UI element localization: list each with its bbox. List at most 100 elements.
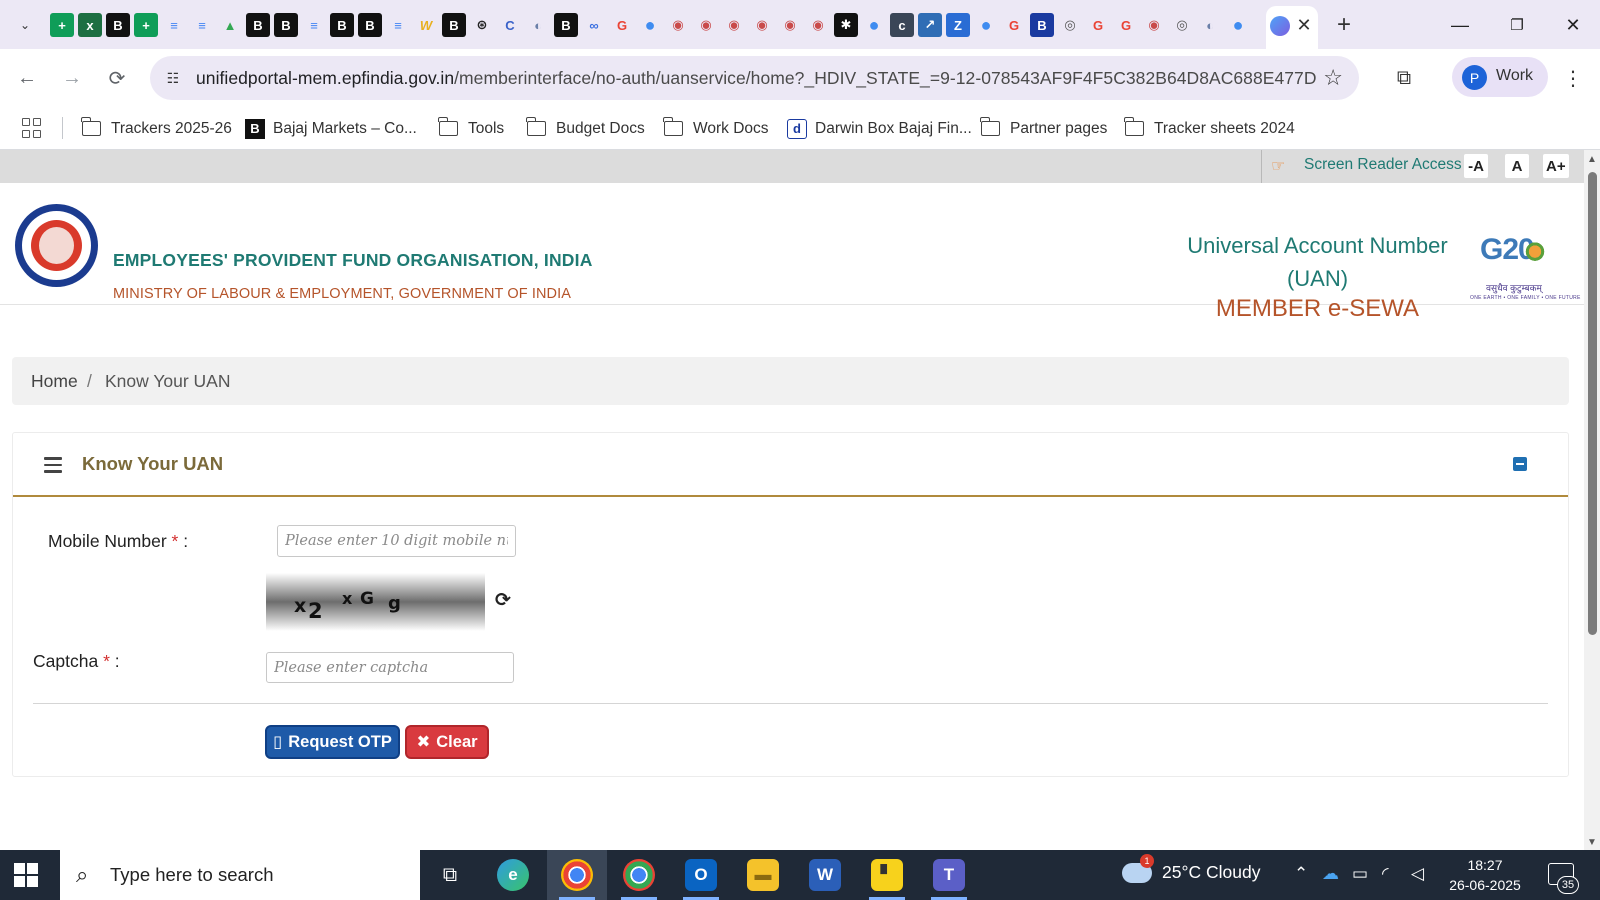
snowflake-icon[interactable]: ✱ xyxy=(834,13,858,37)
chrome-gray-icon[interactable]: ◎ xyxy=(1170,13,1194,37)
copilot-icon[interactable]: ● xyxy=(638,13,662,37)
scrollbar-thumb[interactable] xyxy=(1588,172,1597,635)
profile-button[interactable]: P Work xyxy=(1452,57,1548,97)
chrome-profile-icon[interactable] xyxy=(547,850,607,900)
clear-button[interactable]: ✖ Clear xyxy=(405,725,489,759)
docs-icon[interactable]: ≡ xyxy=(302,13,326,37)
battery-icon[interactable]: ▭ xyxy=(1352,864,1368,884)
sheets-icon[interactable]: + xyxy=(134,13,158,37)
taskbar-search-box[interactable]: ⌕ Type here to search xyxy=(60,850,420,900)
globe-icon[interactable]: ◐ xyxy=(1198,13,1222,37)
edge-icon[interactable]: e xyxy=(483,850,543,900)
new-tab-button[interactable]: + xyxy=(1330,11,1358,39)
docs-icon[interactable]: ≡ xyxy=(386,13,410,37)
extensions-puzzle-icon[interactable]: ⧉ xyxy=(1390,64,1418,92)
outlook-icon[interactable]: O xyxy=(671,850,731,900)
bookmark-partner-pages[interactable]: Partner pages xyxy=(980,107,1107,150)
system-clock[interactable]: 18:27 26-06-2025 xyxy=(1440,855,1530,895)
bookmark-star-icon[interactable]: ☆ xyxy=(1323,65,1343,91)
bajaj-b-icon[interactable]: B xyxy=(274,13,298,37)
screen-reader-link[interactable]: Screen Reader Access xyxy=(1304,156,1462,174)
wikipedia-w-icon[interactable]: W xyxy=(414,13,438,37)
bajaj-b-icon[interactable]: B xyxy=(358,13,382,37)
copilot-icon[interactable]: ● xyxy=(862,13,886,37)
apps-grid-icon[interactable] xyxy=(22,118,42,138)
volume-icon[interactable]: ◁ xyxy=(1411,864,1424,884)
epfo-icon[interactable]: ◉ xyxy=(750,13,774,37)
chrome-icon[interactable] xyxy=(609,850,669,900)
openai-icon[interactable]: ⊛ xyxy=(470,13,494,37)
bajaj-b-icon[interactable]: B xyxy=(106,13,130,37)
epfo-icon[interactable]: ◉ xyxy=(1142,13,1166,37)
chrome-gray-icon[interactable]: ◎ xyxy=(1058,13,1082,37)
page-scrollbar[interactable]: ▲ ▼ xyxy=(1584,150,1600,850)
word-icon[interactable]: W xyxy=(795,850,855,900)
sheets-icon[interactable]: + xyxy=(50,13,74,37)
browser-menu-icon[interactable]: ⋮ xyxy=(1561,63,1585,93)
file-explorer-icon[interactable]: ▬ xyxy=(733,850,793,900)
chevron-up-icon[interactable]: ⌃ xyxy=(1294,864,1308,884)
google-icon[interactable]: G xyxy=(1114,13,1138,37)
bookmark-trackers-2025-26[interactable]: Trackers 2025-26 xyxy=(81,107,232,150)
minimize-icon[interactable]: — xyxy=(1440,10,1480,40)
scroll-up-arrow-icon[interactable]: ▲ xyxy=(1587,154,1597,165)
google-icon[interactable]: G xyxy=(610,13,634,37)
epfo-icon[interactable]: ◉ xyxy=(694,13,718,37)
request-otp-button[interactable]: ▯ Request OTP xyxy=(265,725,400,759)
site-settings-icon[interactable]: ☷ xyxy=(161,66,185,90)
bookmark-darwin-box[interactable]: d Darwin Box Bajaj Fin... xyxy=(787,107,972,150)
zerodha-icon[interactable]: Z xyxy=(946,13,970,37)
bookmark-bajaj-markets[interactable]: B Bajaj Markets – Co... xyxy=(245,107,417,150)
teams-icon[interactable]: T xyxy=(919,850,979,900)
b-blue-icon[interactable]: B xyxy=(1030,13,1054,37)
wifi-icon[interactable]: ◜ xyxy=(1382,864,1389,884)
weather-widget[interactable]: 1 25°C Cloudy xyxy=(1122,853,1260,883)
back-arrow-icon[interactable]: ← xyxy=(12,63,42,93)
docs-icon[interactable]: ≡ xyxy=(190,13,214,37)
onedrive-cloud-icon[interactable]: ☁ xyxy=(1322,864,1339,884)
captcha-input[interactable] xyxy=(266,652,514,683)
task-view-icon[interactable]: ⧉ xyxy=(420,850,480,900)
google-icon[interactable]: G xyxy=(1086,13,1110,37)
bajaj-b-icon[interactable]: B xyxy=(246,13,270,37)
c-letter-icon[interactable]: C xyxy=(498,13,522,37)
link-icon[interactable]: ∞ xyxy=(582,13,606,37)
font-decrease-button[interactable]: -A xyxy=(1464,154,1488,178)
tab-search-chevron-icon[interactable]: ⌄ xyxy=(12,12,38,38)
active-tab[interactable]: ✕ xyxy=(1266,6,1318,49)
epfo-icon[interactable]: ◉ xyxy=(806,13,830,37)
reload-icon[interactable]: ⟳ xyxy=(102,63,132,93)
copilot-icon[interactable]: ● xyxy=(1226,13,1250,37)
font-increase-button[interactable]: A+ xyxy=(1543,154,1569,178)
globe-icon[interactable]: ◐ xyxy=(526,13,550,37)
epfo-icon[interactable]: ◉ xyxy=(666,13,690,37)
google-icon[interactable]: G xyxy=(1002,13,1026,37)
url-text[interactable]: unifiedportal-mem.epfindia.gov.in/member… xyxy=(196,68,1317,89)
bajaj-b-icon[interactable]: B xyxy=(442,13,466,37)
sticky-notes-icon[interactable]: ▘ xyxy=(857,850,917,900)
windows-start-icon[interactable] xyxy=(14,863,38,887)
refresh-captcha-icon[interactable]: ⟳ xyxy=(493,590,513,611)
bookmark-work-docs[interactable]: Work Docs xyxy=(663,107,769,150)
forward-arrow-icon[interactable]: → xyxy=(57,63,87,93)
epfo-icon[interactable]: ◉ xyxy=(778,13,802,37)
mobile-number-input[interactable] xyxy=(277,525,516,557)
epfo-logo[interactable] xyxy=(15,204,98,287)
breadcrumb-home-link[interactable]: Home xyxy=(31,371,78,392)
scroll-down-arrow-icon[interactable]: ▼ xyxy=(1587,837,1597,848)
chart-icon[interactable]: ↗ xyxy=(918,13,942,37)
bajaj-b-icon[interactable]: B xyxy=(330,13,354,37)
close-window-icon[interactable]: ✕ xyxy=(1553,10,1593,40)
copilot-icon[interactable]: ● xyxy=(974,13,998,37)
docs-icon[interactable]: ≡ xyxy=(162,13,186,37)
excel-icon[interactable]: x xyxy=(78,13,102,37)
bajaj-b-icon[interactable]: B xyxy=(554,13,578,37)
restore-icon[interactable]: ❐ xyxy=(1497,10,1537,40)
bookmark-budget-docs[interactable]: Budget Docs xyxy=(526,107,645,150)
bookmark-tools[interactable]: Tools xyxy=(438,107,504,150)
cleartax-icon[interactable]: c xyxy=(890,13,914,37)
font-normal-button[interactable]: A xyxy=(1505,154,1529,178)
bookmark-tracker-sheets-2024[interactable]: Tracker sheets 2024 xyxy=(1124,107,1295,150)
collapse-panel-icon[interactable] xyxy=(1513,457,1527,471)
epfo-icon[interactable]: ◉ xyxy=(722,13,746,37)
